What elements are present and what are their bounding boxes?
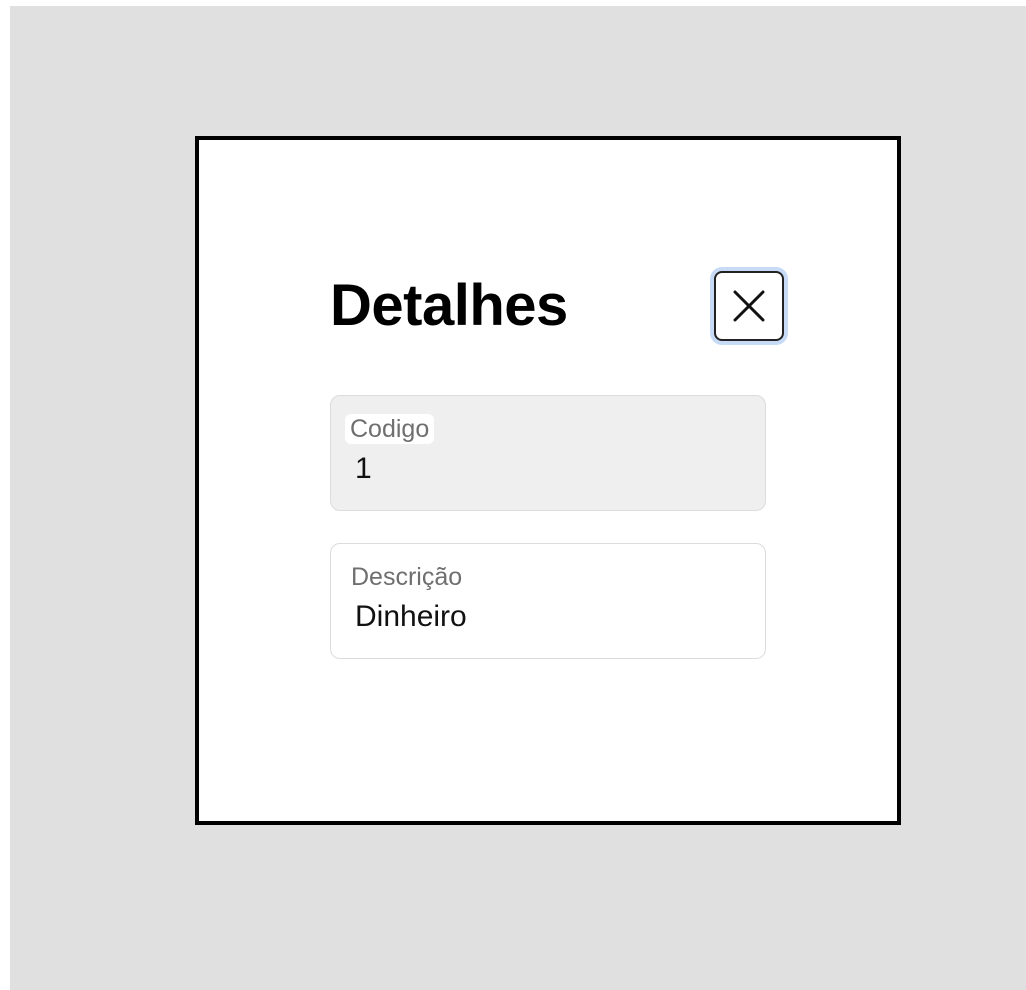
codigo-field[interactable]: Codigo 1 [330,395,766,511]
descricao-label: Descrição [351,563,463,591]
details-dialog: Detalhes Codigo 1 Descrição Dinheiro [195,136,901,825]
close-button[interactable] [714,271,784,341]
modal-backdrop[interactable]: Detalhes Codigo 1 Descrição Dinheiro [10,6,1026,990]
codigo-value: 1 [355,452,372,485]
descricao-value: Dinheiro [355,600,467,633]
close-icon [732,289,766,323]
descricao-field[interactable]: Descrição Dinheiro [330,543,766,659]
codigo-label: Codigo [345,414,435,444]
dialog-title: Detalhes [330,273,568,338]
